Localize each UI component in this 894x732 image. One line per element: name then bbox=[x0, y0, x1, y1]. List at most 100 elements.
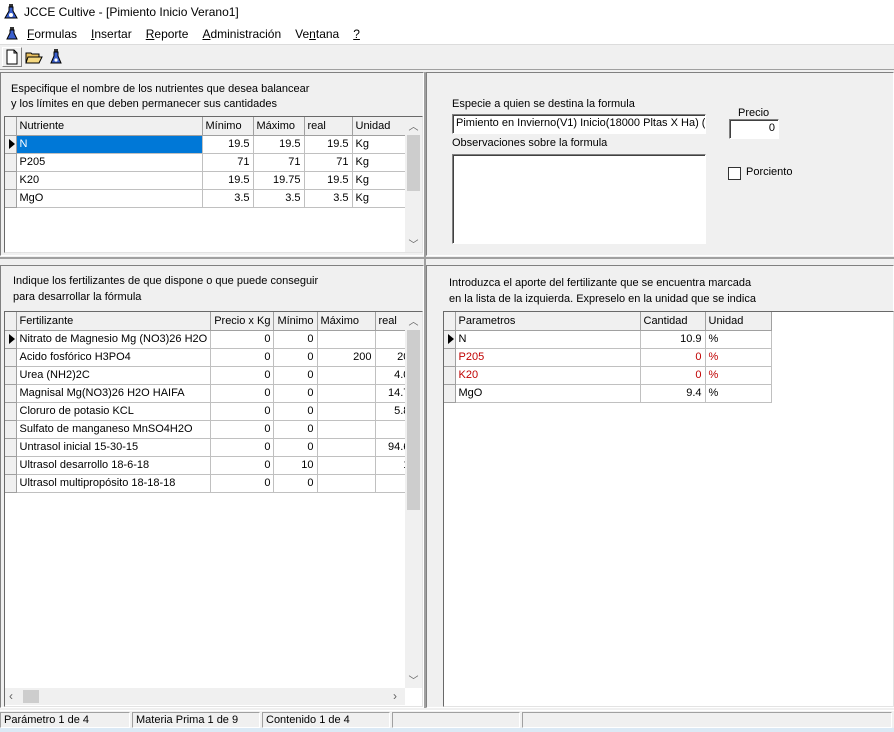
scroll-thumb[interactable] bbox=[407, 330, 420, 510]
nutrients-grid[interactable]: Nutriente Mínimo Máximo real Unidad N 19… bbox=[4, 116, 423, 253]
cell-fertilizante[interactable]: Ultrasol multipropósito 18-18-18 bbox=[16, 474, 212, 493]
cell-minimo[interactable]: 10 bbox=[273, 456, 318, 475]
cell-fertilizante[interactable]: Urea (NH2)2C bbox=[16, 366, 212, 385]
menu-help[interactable]: ? bbox=[353, 27, 360, 41]
cell-minimo[interactable]: 0 bbox=[273, 474, 318, 493]
col-cantidad[interactable]: Cantidad bbox=[640, 312, 706, 331]
cell-precio[interactable]: 0 bbox=[210, 438, 275, 457]
table-row[interactable]: MgO 3.5 3.5 3.5 Kg bbox=[5, 189, 406, 208]
col-fertilizante[interactable]: Fertilizante bbox=[16, 312, 212, 331]
cell-minimo[interactable]: 19.5 bbox=[202, 135, 254, 154]
document-flask-icon[interactable] bbox=[6, 27, 18, 41]
cell-parametro[interactable]: N bbox=[455, 330, 641, 349]
cell-minimo[interactable]: 0 bbox=[273, 438, 318, 457]
cell-fertilizante[interactable]: Magnisal Mg(NO3)26 H2O HAIFA bbox=[16, 384, 212, 403]
col-maximo[interactable]: Máximo bbox=[317, 312, 376, 331]
cell-maximo[interactable] bbox=[317, 366, 376, 385]
cell-precio[interactable]: 0 bbox=[210, 456, 275, 475]
cell-maximo[interactable] bbox=[317, 474, 376, 493]
cell-parametro[interactable]: K20 bbox=[455, 366, 641, 385]
open-button[interactable] bbox=[24, 47, 44, 67]
menu-administracion[interactable]: Administración bbox=[202, 27, 281, 41]
cell-real[interactable]: 71 bbox=[304, 153, 353, 172]
app-button[interactable] bbox=[46, 47, 66, 67]
cell-minimo[interactable]: 0 bbox=[273, 402, 318, 421]
observations-field[interactable] bbox=[452, 154, 706, 244]
cell-maximo[interactable] bbox=[317, 330, 376, 349]
menu-formulas[interactable]: Formulas bbox=[27, 27, 77, 41]
cell-unidad[interactable]: % bbox=[705, 348, 772, 367]
cell-maximo[interactable] bbox=[317, 384, 376, 403]
cell-cantidad[interactable]: 9.4 bbox=[640, 384, 706, 403]
new-button[interactable] bbox=[2, 47, 22, 67]
cell-maximo[interactable]: 19.75 bbox=[253, 171, 305, 190]
cell-minimo[interactable]: 0 bbox=[273, 366, 318, 385]
table-row[interactable]: Magnisal Mg(NO3)26 H2O HAIFA 0 0 14.71 bbox=[5, 384, 420, 403]
cell-precio[interactable]: 0 bbox=[210, 330, 275, 349]
cell-cantidad[interactable]: 10.9 bbox=[640, 330, 706, 349]
cell-nutriente[interactable]: P205 bbox=[16, 153, 203, 172]
cell-unidad[interactable]: % bbox=[705, 330, 772, 349]
nutrients-vscroll[interactable]: ︿ ﹀ bbox=[405, 117, 422, 252]
table-row[interactable]: P205 71 71 71 Kg bbox=[5, 153, 406, 172]
col-unidad[interactable]: Unidad bbox=[705, 312, 772, 331]
table-row[interactable]: Untrasol inicial 15-30-15 0 0 94.67 bbox=[5, 438, 420, 457]
table-row[interactable]: Urea (NH2)2C 0 0 4.09 bbox=[5, 366, 420, 385]
table-row[interactable]: Cloruro de potasio KCL 0 0 5.83 bbox=[5, 402, 420, 421]
table-row[interactable]: Ultrasol desarrollo 18-6-18 0 10 10 bbox=[5, 456, 420, 475]
cell-precio[interactable]: 0 bbox=[210, 402, 275, 421]
cell-maximo[interactable]: 3.5 bbox=[253, 189, 305, 208]
horizontal-splitter[interactable] bbox=[0, 257, 894, 259]
species-field[interactable]: Pimiento en Invierno(V1) Inicio(18000 Pl… bbox=[452, 114, 706, 134]
cell-minimo[interactable]: 19.5 bbox=[202, 171, 254, 190]
cell-unidad[interactable]: Kg bbox=[352, 171, 406, 190]
scroll-down-icon[interactable]: ﹀ bbox=[405, 672, 422, 687]
scroll-down-icon[interactable]: ﹀ bbox=[405, 236, 422, 251]
cell-maximo[interactable] bbox=[317, 402, 376, 421]
table-row[interactable]: Nitrato de Magnesio Mg (NO3)26 H2O 0 0 0 bbox=[5, 330, 420, 349]
contribution-grid[interactable]: Parametros Cantidad Unidad N 10.9 % P205… bbox=[443, 311, 894, 707]
cell-fertilizante[interactable]: Acido fosfórico H3PO4 bbox=[16, 348, 212, 367]
col-precio[interactable]: Precio x Kg bbox=[210, 312, 275, 331]
cell-fertilizante[interactable]: Ultrasol desarrollo 18-6-18 bbox=[16, 456, 212, 475]
percent-label[interactable]: Porciento bbox=[746, 165, 792, 180]
menu-reporte[interactable]: Reporte bbox=[146, 27, 189, 41]
col-nutriente[interactable]: Nutriente bbox=[16, 117, 203, 136]
cell-minimo[interactable]: 0 bbox=[273, 384, 318, 403]
cell-parametro[interactable]: MgO bbox=[455, 384, 641, 403]
cell-precio[interactable]: 0 bbox=[210, 348, 275, 367]
col-real[interactable]: real bbox=[304, 117, 353, 136]
fertilizers-grid[interactable]: Fertilizante Precio x Kg Mínimo Máximo r… bbox=[4, 311, 423, 707]
cell-real[interactable]: 19.5 bbox=[304, 135, 353, 154]
cell-unidad[interactable]: Kg bbox=[352, 135, 406, 154]
table-row[interactable]: N 19.5 19.5 19.5 Kg bbox=[5, 135, 406, 154]
cell-maximo[interactable] bbox=[317, 438, 376, 457]
table-row[interactable]: MgO 9.4 % bbox=[444, 384, 772, 403]
table-row[interactable]: N 10.9 % bbox=[444, 330, 772, 349]
cell-precio[interactable]: 0 bbox=[210, 420, 275, 439]
table-row[interactable]: P205 0 % bbox=[444, 348, 772, 367]
cell-minimo[interactable]: 0 bbox=[273, 348, 318, 367]
col-maximo[interactable]: Máximo bbox=[253, 117, 305, 136]
table-row[interactable]: Ultrasol multipropósito 18-18-18 0 0 0 bbox=[5, 474, 420, 493]
cell-minimo[interactable]: 3.5 bbox=[202, 189, 254, 208]
fertilizers-vscroll[interactable]: ︿ ﹀ bbox=[405, 312, 422, 688]
cell-parametro[interactable]: P205 bbox=[455, 348, 641, 367]
cell-maximo[interactable] bbox=[317, 420, 376, 439]
cell-real[interactable]: 19.5 bbox=[304, 171, 353, 190]
col-unidad[interactable]: Unidad bbox=[352, 117, 406, 136]
table-row[interactable]: Sulfato de manganeso MnSO4H2O 0 0 0 bbox=[5, 420, 420, 439]
cell-maximo[interactable]: 71 bbox=[253, 153, 305, 172]
cell-maximo[interactable]: 200 bbox=[317, 348, 376, 367]
price-field[interactable]: 0 bbox=[729, 119, 779, 139]
cell-fertilizante[interactable]: Untrasol inicial 15-30-15 bbox=[16, 438, 212, 457]
cell-fertilizante[interactable]: Sulfato de manganeso MnSO4H2O bbox=[16, 420, 212, 439]
hscroll-thumb[interactable] bbox=[23, 690, 39, 703]
scroll-up-icon[interactable]: ︿ bbox=[405, 118, 422, 133]
cell-unidad[interactable]: % bbox=[705, 366, 772, 385]
cell-cantidad[interactable]: 0 bbox=[640, 366, 706, 385]
cell-nutriente[interactable]: K20 bbox=[16, 171, 203, 190]
scroll-thumb[interactable] bbox=[407, 135, 420, 191]
cell-minimo[interactable]: 71 bbox=[202, 153, 254, 172]
cell-unidad[interactable]: Kg bbox=[352, 189, 406, 208]
